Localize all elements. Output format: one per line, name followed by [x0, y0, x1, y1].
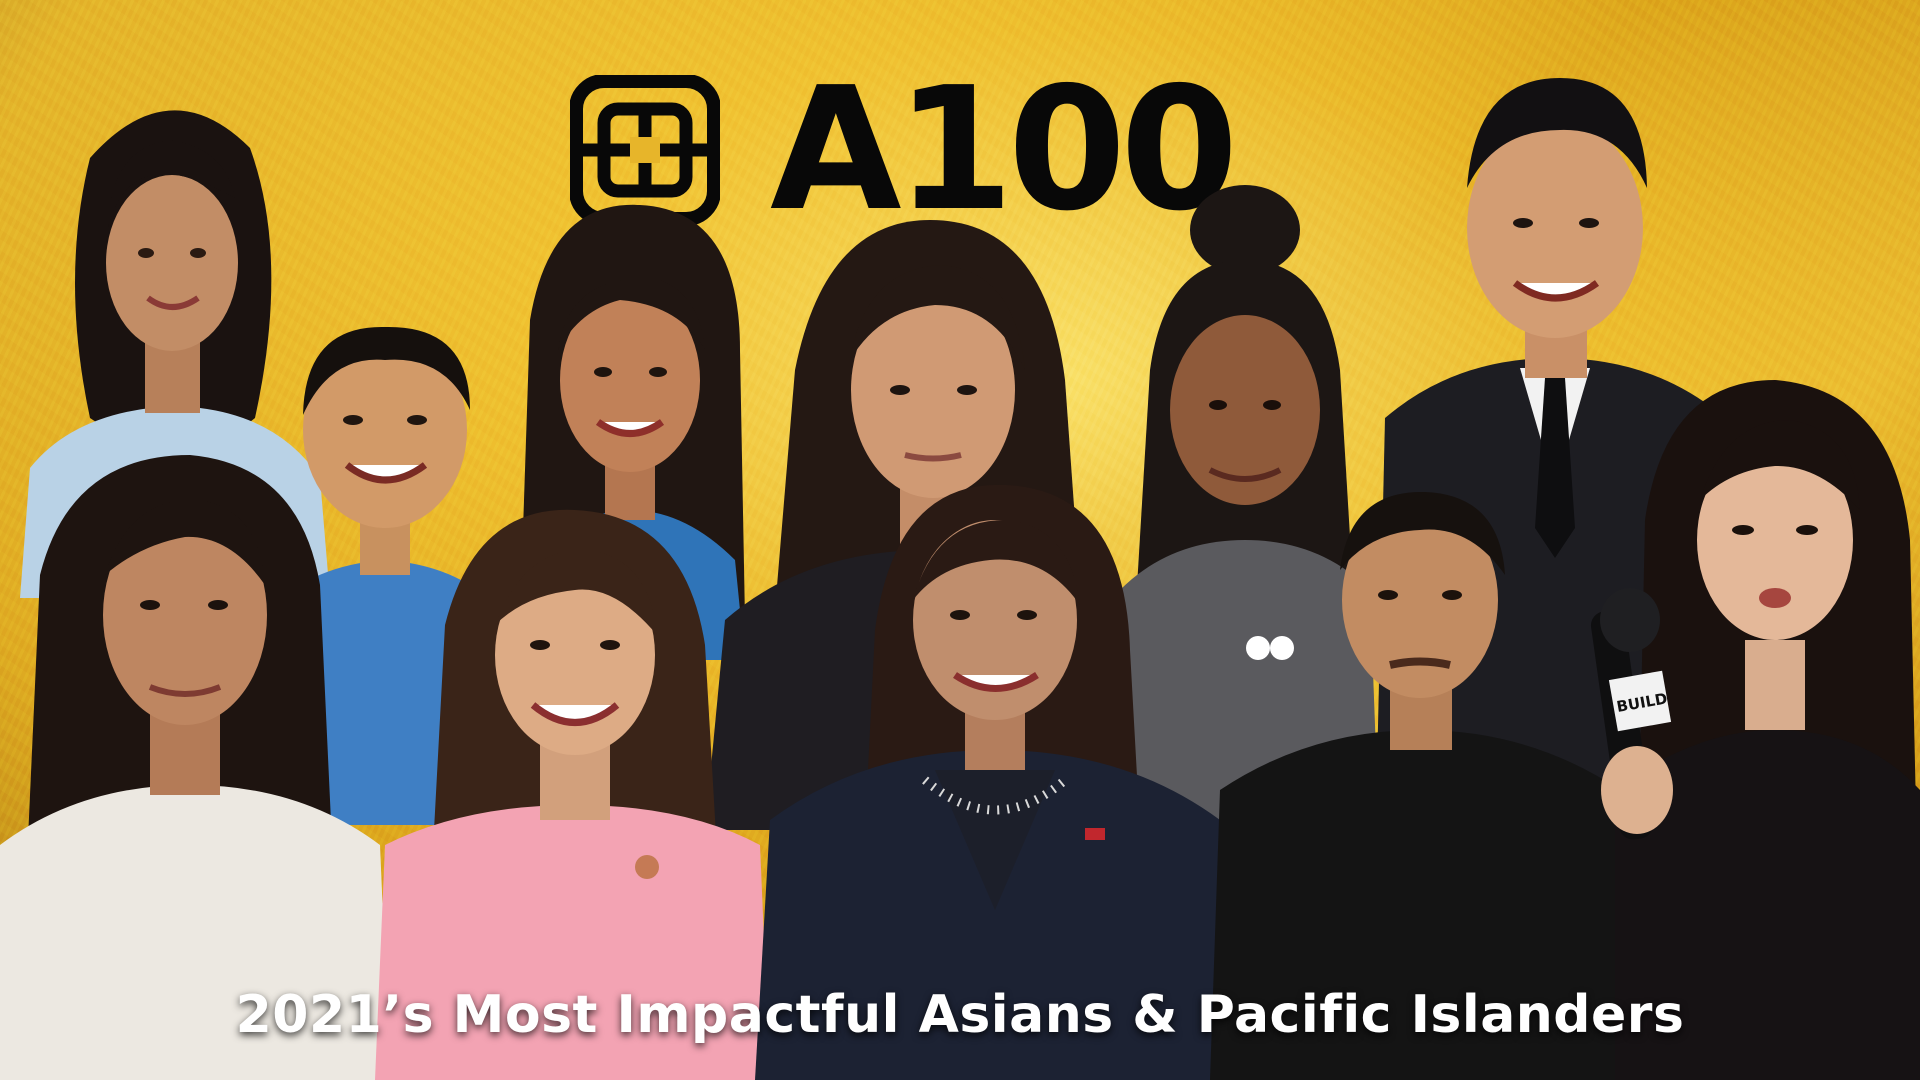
- portrait-woman-microphone: BUILD: [1575, 370, 1920, 1080]
- banner-title: 2021’s Most Impactful Asians & Pacific I…: [235, 985, 1685, 1045]
- a100-banner: A100 BUILD 2021’s Most Impactful Asians …: [0, 0, 1920, 1080]
